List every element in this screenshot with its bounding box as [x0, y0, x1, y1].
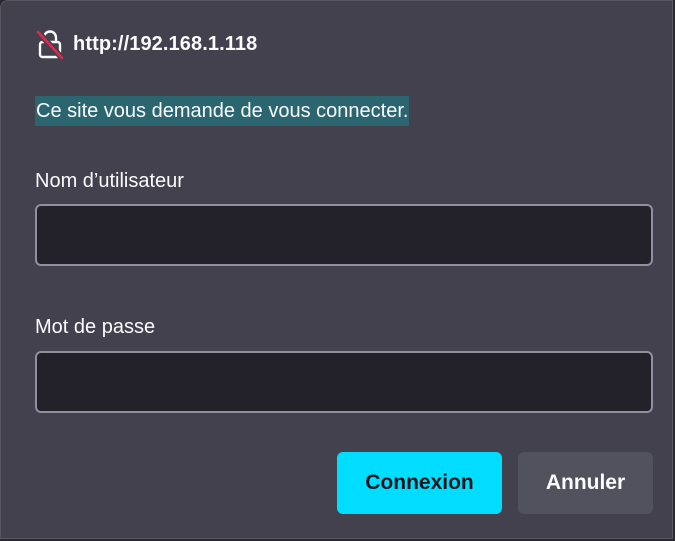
- site-origin: http://192.168.1.118: [73, 32, 258, 55]
- dialog-header: http://192.168.1.118: [35, 28, 258, 61]
- password-label: Mot de passe: [35, 316, 156, 338]
- username-label: Nom d’utilisateur: [35, 170, 184, 192]
- cancel-button[interactable]: Annuler: [518, 452, 653, 514]
- username-input[interactable]: [35, 204, 653, 266]
- login-dialog: http://192.168.1.118 Ce site vous demand…: [0, 0, 673, 539]
- login-button[interactable]: Connexion: [337, 452, 502, 514]
- login-prompt-message: Ce site vous demande de vous connecter.: [35, 96, 410, 126]
- insecure-lock-icon: [35, 28, 65, 61]
- password-input[interactable]: [35, 351, 653, 413]
